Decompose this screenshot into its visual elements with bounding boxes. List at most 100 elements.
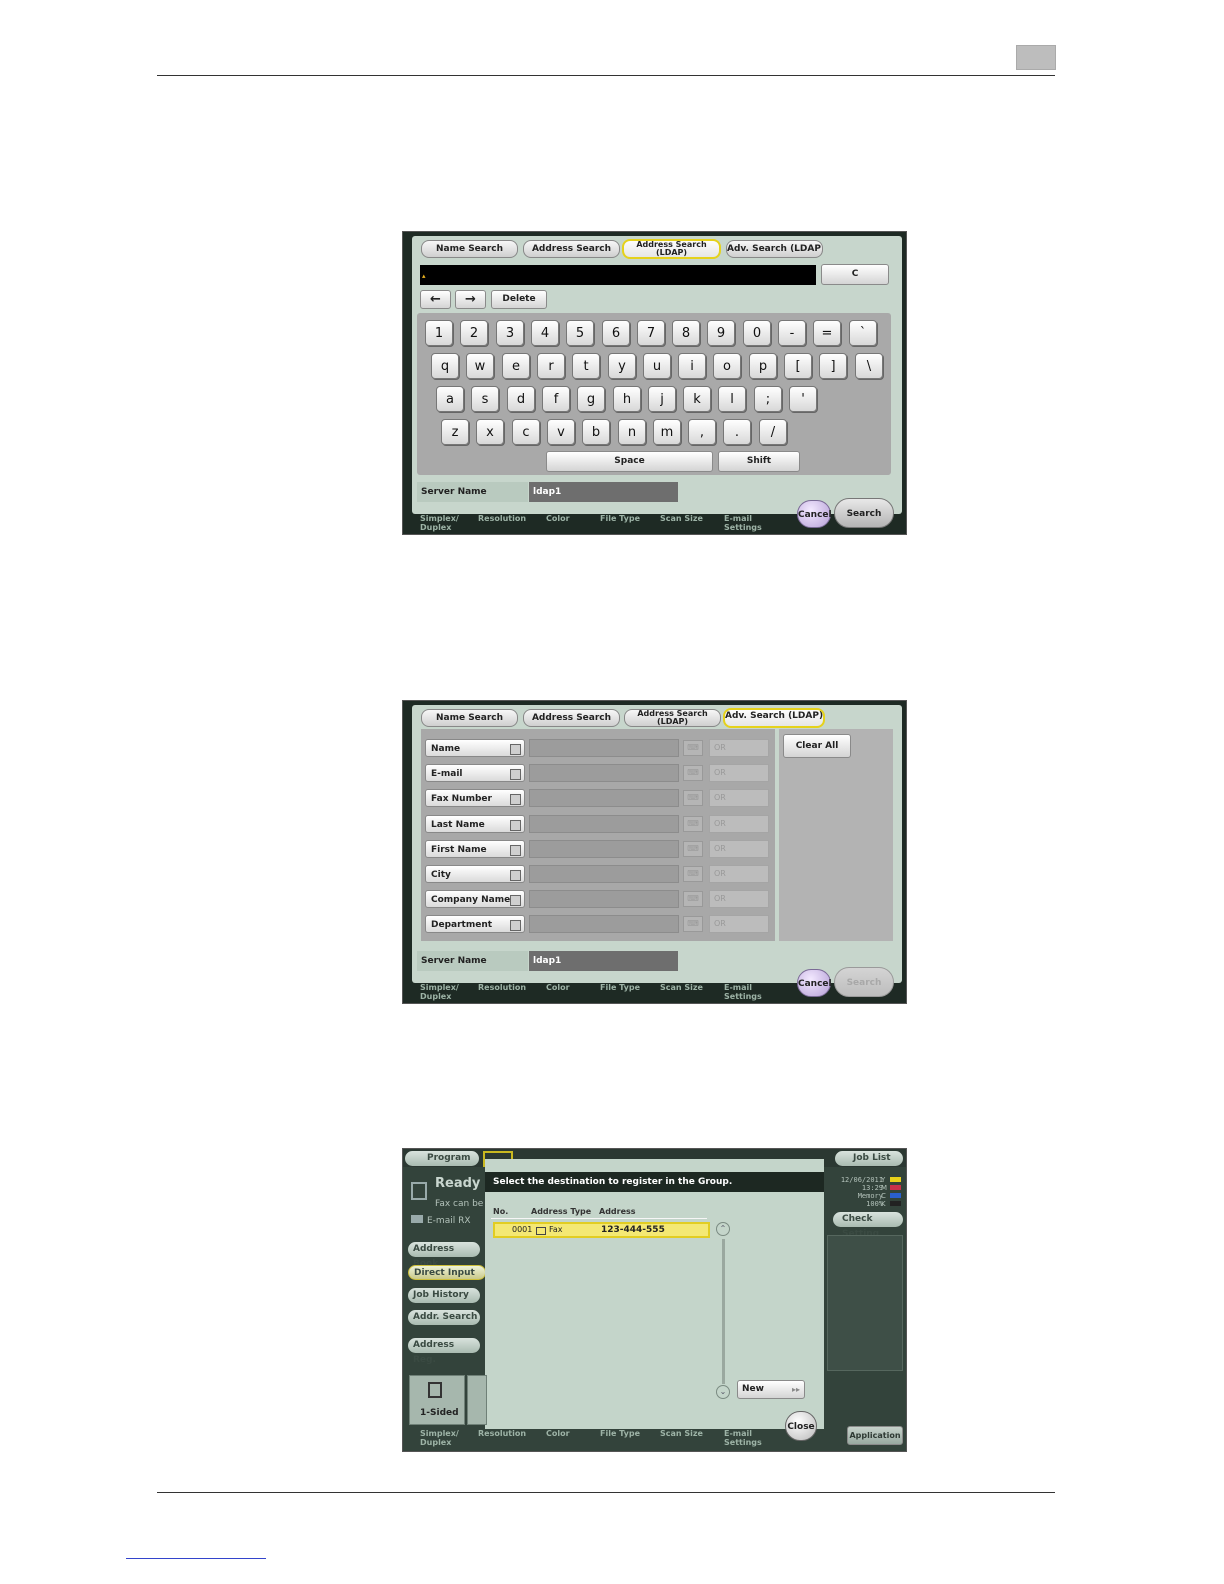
key-3-2[interactable]: s xyxy=(471,386,499,412)
field-input[interactable] xyxy=(529,789,679,808)
clear-button[interactable]: C xyxy=(821,264,889,285)
shift-key[interactable]: Shift xyxy=(718,451,800,472)
delete-button[interactable]: Delete xyxy=(491,290,547,309)
key-2-10[interactable]: p xyxy=(749,353,777,379)
condition-select[interactable]: OR xyxy=(709,890,769,909)
server-name-value[interactable]: ldap1 xyxy=(529,951,678,971)
program-button[interactable]: Program xyxy=(405,1151,479,1166)
key-4-10[interactable]: / xyxy=(759,419,787,445)
key-2-5[interactable]: t xyxy=(572,353,600,379)
field-input[interactable] xyxy=(529,890,679,909)
field-checkbox[interactable] xyxy=(510,920,521,932)
key-3-1[interactable]: a xyxy=(436,386,464,412)
key-3-9[interactable]: l xyxy=(718,386,746,412)
field-input[interactable] xyxy=(529,739,679,757)
field-input[interactable] xyxy=(529,915,679,934)
key-1-2[interactable]: 2 xyxy=(460,320,488,346)
keyboard-icon[interactable]: ⌨ xyxy=(683,765,703,782)
close-button[interactable]: Close xyxy=(785,1411,817,1441)
key-2-6[interactable]: y xyxy=(608,353,636,379)
field-checkbox[interactable] xyxy=(510,895,521,907)
keyboard-icon[interactable]: ⌨ xyxy=(683,891,703,908)
key-1-13[interactable]: ` xyxy=(849,320,877,346)
tab-address-search-ldap[interactable]: Address Search (LDAP) xyxy=(622,239,721,259)
condition-select[interactable]: OR xyxy=(709,739,769,757)
server-name-value[interactable]: ldap1 xyxy=(529,482,678,502)
field-label-department[interactable]: Department xyxy=(425,915,525,934)
application-button[interactable]: Application xyxy=(847,1426,903,1445)
key-4-3[interactable]: c xyxy=(512,419,540,445)
key-3-6[interactable]: h xyxy=(613,386,641,412)
sidebar-item-job-history[interactable]: Job History xyxy=(408,1288,480,1303)
keyboard-icon[interactable]: ⌨ xyxy=(683,840,703,857)
field-label-first-name[interactable]: First Name xyxy=(425,839,525,858)
key-2-2[interactable]: w xyxy=(466,353,494,379)
tab-adv-search-ldap[interactable]: Adv. Search (LDAP) xyxy=(723,708,825,728)
one-sided-tile[interactable]: 1-Sided xyxy=(409,1375,465,1425)
field-label-e-mail[interactable]: E-mail xyxy=(425,764,525,783)
key-1-8[interactable]: 8 xyxy=(672,320,700,346)
keyboard-icon[interactable]: ⌨ xyxy=(683,866,703,882)
condition-select[interactable]: OR xyxy=(709,789,769,808)
tab-address-search[interactable]: Address Search xyxy=(523,240,620,258)
key-4-7[interactable]: m xyxy=(653,419,681,445)
cancel-button[interactable]: Cancel xyxy=(797,500,832,528)
scroll-up-icon[interactable]: ⌃ xyxy=(716,1222,730,1236)
field-label-city[interactable]: City xyxy=(425,865,525,883)
key-1-7[interactable]: 7 xyxy=(637,320,665,346)
field-label-fax-number[interactable]: Fax Number xyxy=(425,789,525,808)
key-3-8[interactable]: k xyxy=(683,386,711,412)
key-3-10[interactable]: ; xyxy=(754,386,782,412)
field-label-last-name[interactable]: Last Name xyxy=(425,814,525,833)
scroll-down-icon[interactable]: ⌄ xyxy=(716,1385,730,1399)
tab-adv-search-ldap[interactable]: Adv. Search (LDAP) xyxy=(726,240,823,258)
tab-name-search[interactable]: Name Search xyxy=(421,709,518,727)
footer-link[interactable] xyxy=(126,1558,266,1559)
key-2-13[interactable]: \ xyxy=(855,353,883,379)
field-checkbox[interactable] xyxy=(510,844,521,856)
key-2-8[interactable]: i xyxy=(678,353,706,379)
key-2-7[interactable]: u xyxy=(643,353,671,379)
key-1-9[interactable]: 9 xyxy=(707,320,735,346)
check-setting-button[interactable]: Check Setting xyxy=(833,1212,903,1239)
key-1-10[interactable]: 0 xyxy=(743,320,771,346)
tab-address-search-ldap[interactable]: Address Search (LDAP) xyxy=(624,709,721,727)
field-checkbox[interactable] xyxy=(510,819,521,831)
cancel-button[interactable]: Cancel xyxy=(797,969,832,997)
key-4-2[interactable]: x xyxy=(476,419,504,445)
key-4-8[interactable]: , xyxy=(688,419,716,445)
key-1-11[interactable]: - xyxy=(778,320,806,346)
key-3-11[interactable]: ' xyxy=(789,386,817,412)
sidebar-item-addr-search[interactable]: Addr. Search xyxy=(408,1310,480,1325)
condition-select[interactable]: OR xyxy=(709,865,769,883)
field-input[interactable] xyxy=(529,839,679,858)
key-3-7[interactable]: j xyxy=(648,386,676,412)
tab-address-search[interactable]: Address Search xyxy=(523,709,620,727)
condition-select[interactable]: OR xyxy=(709,839,769,858)
key-4-1[interactable]: z xyxy=(441,419,469,445)
field-input[interactable] xyxy=(529,814,679,833)
keyboard-icon[interactable]: ⌨ xyxy=(683,916,703,933)
keyboard-icon[interactable]: ⌨ xyxy=(683,815,703,832)
key-4-9[interactable]: . xyxy=(723,419,751,445)
cursor-right-button[interactable]: → xyxy=(455,290,486,309)
key-4-6[interactable]: n xyxy=(618,419,646,445)
key-1-3[interactable]: 3 xyxy=(496,320,524,346)
key-1-5[interactable]: 5 xyxy=(566,320,594,346)
field-label-name[interactable]: Name xyxy=(425,739,525,757)
field-checkbox[interactable] xyxy=(510,794,521,806)
key-2-12[interactable]: ] xyxy=(819,353,847,379)
key-3-5[interactable]: g xyxy=(577,386,605,412)
key-1-6[interactable]: 6 xyxy=(602,320,630,346)
key-2-1[interactable]: q xyxy=(431,353,459,379)
scrollbar-track[interactable] xyxy=(722,1239,725,1384)
sidebar-item-direct-input[interactable]: Direct Input xyxy=(408,1265,486,1280)
tab-name-search[interactable]: Name Search xyxy=(421,240,518,258)
field-checkbox[interactable] xyxy=(510,744,521,755)
key-1-1[interactable]: 1 xyxy=(425,320,453,346)
clear-all-button[interactable]: Clear All xyxy=(783,734,851,758)
key-4-4[interactable]: v xyxy=(547,419,575,445)
keyboard-icon[interactable]: ⌨ xyxy=(683,740,703,756)
key-2-3[interactable]: e xyxy=(502,353,530,379)
field-input[interactable] xyxy=(529,764,679,783)
